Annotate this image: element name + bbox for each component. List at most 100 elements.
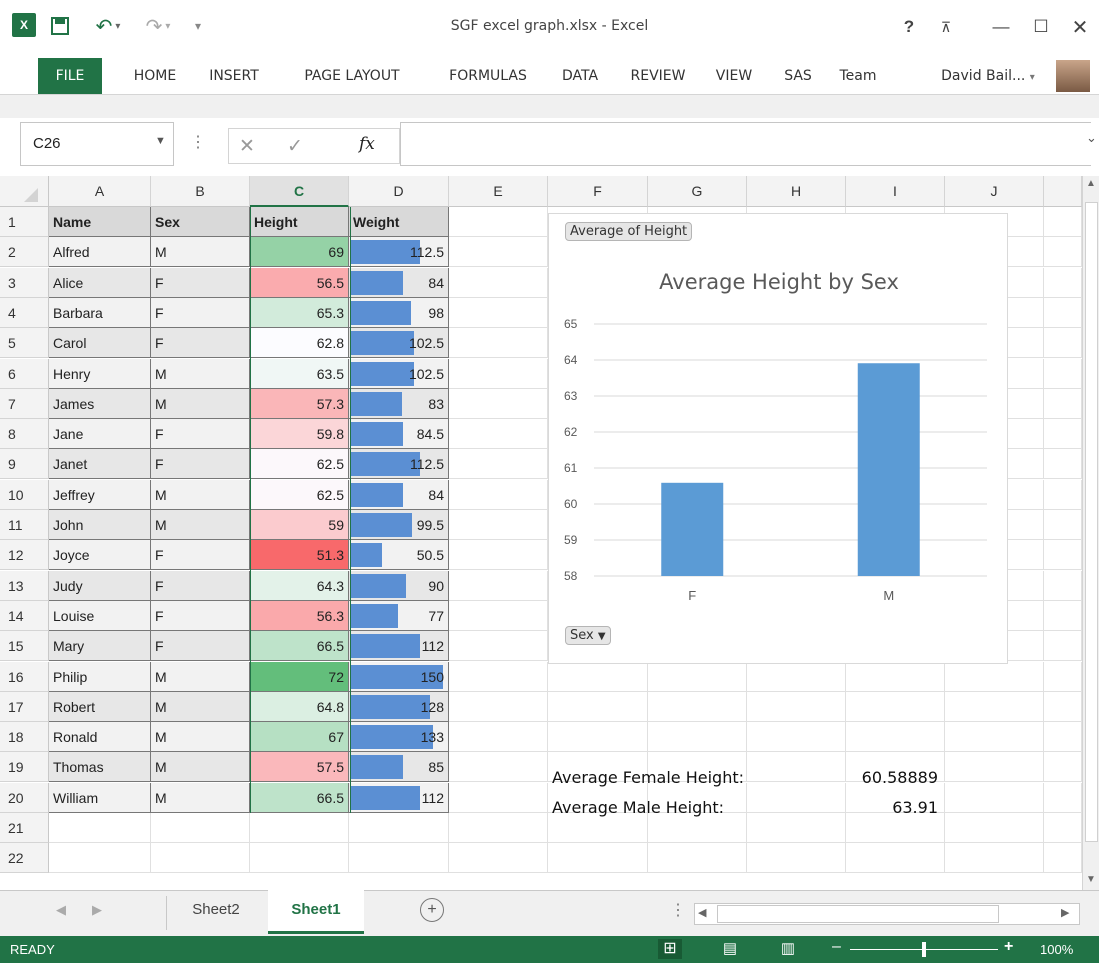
empty-cell[interactable] (1044, 600, 1082, 631)
cell-name[interactable]: Barbara (49, 297, 151, 328)
row-header-4[interactable]: 4 (0, 297, 49, 328)
cell-name[interactable]: Alice (49, 267, 151, 298)
empty-cell[interactable] (1044, 782, 1082, 813)
cell-height[interactable]: 69 (250, 237, 349, 268)
cell-weight[interactable]: 102.5 (349, 358, 449, 389)
empty-cell[interactable] (945, 722, 1044, 753)
empty-cell[interactable] (1044, 297, 1082, 328)
pivot-chart[interactable]: Average of Height Average Height by Sex … (548, 213, 1008, 664)
help-icon[interactable]: ? (893, 14, 925, 40)
tab-sheet2[interactable]: Sheet2 (170, 890, 262, 934)
empty-cell[interactable] (1044, 237, 1082, 268)
empty-cell[interactable] (449, 843, 548, 874)
empty-cell[interactable] (349, 813, 449, 843)
empty-cell[interactable] (1044, 419, 1082, 450)
scroll-up-icon[interactable]: ▲ (1086, 178, 1096, 189)
empty-cell[interactable] (49, 813, 151, 843)
empty-cell[interactable] (846, 843, 945, 874)
empty-cell[interactable] (449, 388, 548, 419)
name-box-dropdown-icon[interactable]: ▼ (155, 135, 166, 147)
empty-cell[interactable] (449, 722, 548, 753)
cell-height[interactable]: 62.5 (250, 479, 349, 510)
cell-sex[interactable]: F (151, 570, 250, 601)
cell-weight[interactable]: 150 (349, 661, 449, 692)
cell-height[interactable]: 63.5 (250, 358, 349, 389)
sex-field-button[interactable]: Sex ▼ (565, 626, 611, 645)
cell-height[interactable]: 57.5 (250, 752, 349, 783)
zoom-level[interactable]: 100% (1040, 942, 1073, 957)
cell-name[interactable]: Henry (49, 358, 151, 389)
column-header-c[interactable]: C (250, 176, 349, 207)
empty-cell[interactable] (1044, 510, 1082, 540)
empty-cell[interactable] (449, 449, 548, 480)
bar-f[interactable] (661, 482, 724, 576)
cell-sex[interactable]: M (151, 510, 250, 540)
ribbon-display-icon[interactable]: ⊼ (930, 14, 962, 40)
empty-cell[interactable] (747, 691, 846, 722)
empty-cell[interactable] (151, 813, 250, 843)
cell-name[interactable]: Ronald (49, 722, 151, 753)
empty-cell[interactable] (449, 600, 548, 631)
empty-cell[interactable] (1044, 328, 1082, 359)
empty-cell[interactable] (1044, 388, 1082, 419)
cell-weight[interactable]: 84 (349, 479, 449, 510)
empty-cell[interactable] (945, 661, 1044, 692)
empty-cell[interactable] (1044, 570, 1082, 601)
empty-cell[interactable] (1044, 843, 1082, 874)
empty-cell[interactable] (449, 752, 548, 783)
row-header-8[interactable]: 8 (0, 419, 49, 450)
row-header-17[interactable]: 17 (0, 691, 49, 722)
cell-name[interactable]: Robert (49, 691, 151, 722)
empty-cell[interactable] (1044, 631, 1082, 662)
cell-sex[interactable]: M (151, 722, 250, 753)
row-header-15[interactable]: 15 (0, 631, 49, 662)
tab-data[interactable]: DATA (548, 58, 612, 94)
hscroll-right-icon[interactable]: ▶ (1061, 906, 1069, 919)
cell-sex[interactable]: M (151, 479, 250, 510)
insert-function-icon[interactable]: fx (359, 134, 375, 154)
new-sheet-icon[interactable]: + (420, 898, 444, 922)
table-header-name[interactable]: Name (49, 207, 151, 237)
name-box[interactable]: C26 ▼ (20, 122, 174, 166)
cell-name[interactable]: Janet (49, 449, 151, 480)
table-header-weight[interactable]: Weight (349, 207, 449, 237)
sheet-scroll-left-icon[interactable]: ◀ (56, 902, 66, 918)
tab-sheet1[interactable]: Sheet1 (268, 890, 364, 934)
row-header-20[interactable]: 20 (0, 782, 49, 813)
page-break-preview-icon[interactable]: ▥ (776, 939, 800, 959)
scroll-thumb[interactable] (1085, 202, 1098, 842)
empty-cell[interactable] (548, 843, 648, 874)
cell-sex[interactable]: M (151, 661, 250, 692)
close-icon[interactable]: ✕ (1064, 14, 1096, 40)
row-header-6[interactable]: 6 (0, 358, 49, 389)
empty-cell[interactable] (449, 782, 548, 813)
empty-cell[interactable] (747, 782, 846, 813)
cell-sex[interactable]: F (151, 631, 250, 662)
cell-weight[interactable]: 133 (349, 722, 449, 753)
cell-height[interactable]: 59 (250, 510, 349, 540)
empty-cell[interactable] (449, 297, 548, 328)
cell-weight[interactable]: 50.5 (349, 540, 449, 571)
cell-height[interactable]: 56.3 (250, 600, 349, 631)
cell-sex[interactable]: M (151, 691, 250, 722)
row-header-18[interactable]: 18 (0, 722, 49, 753)
empty-cell[interactable] (449, 479, 548, 510)
cell-sex[interactable]: M (151, 237, 250, 268)
row-header-3[interactable]: 3 (0, 267, 49, 298)
row-header-9[interactable]: 9 (0, 449, 49, 480)
cell-name[interactable]: Judy (49, 570, 151, 601)
column-header-e[interactable]: E (449, 176, 548, 207)
column-header-k[interactable] (1044, 176, 1082, 207)
cell-height[interactable]: 62.8 (250, 328, 349, 359)
empty-cell[interactable] (945, 752, 1044, 783)
select-all-corner[interactable] (0, 176, 49, 207)
cell-name[interactable]: Alfred (49, 237, 151, 268)
row-header-14[interactable]: 14 (0, 600, 49, 631)
cell-weight[interactable]: 112.5 (349, 237, 449, 268)
column-header-h[interactable]: H (747, 176, 846, 207)
empty-cell[interactable] (648, 813, 747, 843)
row-header-16[interactable]: 16 (0, 661, 49, 692)
scroll-down-icon[interactable]: ▼ (1086, 874, 1096, 885)
row-header-2[interactable]: 2 (0, 237, 49, 268)
empty-cell[interactable] (1044, 752, 1082, 783)
